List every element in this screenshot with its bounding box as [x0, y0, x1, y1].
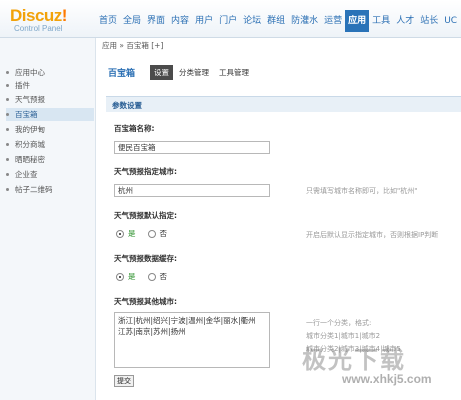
- nav-talent[interactable]: 人才: [393, 10, 417, 32]
- sidebar-item-qrcode[interactable]: 帖子二维码: [6, 183, 94, 196]
- sidebar-item-weather[interactable]: 天气预报: [6, 93, 94, 106]
- default-yes-radio[interactable]: [116, 229, 124, 238]
- bullet-icon: [6, 98, 9, 101]
- sidebar-item-plugins[interactable]: 插件: [6, 79, 94, 92]
- city-field[interactable]: [114, 184, 270, 197]
- tab-bar: 设置 分类管理 工具管理: [150, 65, 255, 80]
- logo-subtitle: Control Panel: [14, 24, 63, 33]
- default-label: 天气预报默认指定:: [114, 211, 177, 220]
- nav-home[interactable]: 首页: [96, 10, 120, 32]
- nav-antispam[interactable]: 防灌水: [288, 10, 321, 32]
- sidebar-item-treasure-box[interactable]: 百宝箱: [6, 108, 94, 121]
- watermark-url: www.xhkj5.com: [342, 372, 432, 386]
- cache-yes-radio[interactable]: [116, 272, 124, 281]
- other-cities-textarea[interactable]: 浙江|杭州|绍兴|宁波|温州|金华|丽水|衢州 江苏|南京|苏州|扬州: [114, 312, 270, 368]
- cache-no-radio[interactable]: [147, 272, 156, 281]
- tab-category-manage[interactable]: 分类管理: [175, 65, 213, 80]
- default-no-radio[interactable]: [147, 229, 156, 238]
- page-title: 百宝箱: [108, 69, 136, 79]
- nav-uc[interactable]: UC: [441, 10, 460, 32]
- name-field[interactable]: [114, 141, 270, 154]
- sidebar-item-secrets[interactable]: 晒晒秘密: [6, 153, 94, 166]
- nav-content[interactable]: 内容: [168, 10, 192, 32]
- sidebar-item-points-mall[interactable]: 积分商城: [6, 138, 94, 151]
- bullet-icon: [6, 84, 9, 87]
- nav-global[interactable]: 全局: [120, 10, 144, 32]
- sidebar-item-my-eden[interactable]: 我的伊甸: [6, 123, 94, 136]
- other-hint-format: 一行一个分类，格式:: [306, 319, 372, 327]
- nav-webmaster[interactable]: 站长: [417, 10, 441, 32]
- sidebar-item-app-center[interactable]: 应用中心: [6, 66, 94, 79]
- submit-button[interactable]: 提交: [114, 375, 134, 387]
- nav-apps[interactable]: 应用: [345, 10, 370, 32]
- section-title: 参数设置: [112, 101, 142, 110]
- bullet-icon: [6, 173, 9, 176]
- breadcrumb: 应用 » 百宝箱 [+]: [102, 41, 164, 50]
- bullet-icon: [6, 188, 9, 191]
- nav-tools[interactable]: 工具: [369, 10, 393, 32]
- cache-no-label: 否: [159, 272, 168, 281]
- other-cities-label: 天气预报其他城市:: [114, 297, 177, 306]
- logo: Discuz!: [10, 6, 67, 25]
- default-yes-label: 是: [128, 229, 136, 238]
- nav-groups[interactable]: 群组: [264, 10, 288, 32]
- nav-forum[interactable]: 论坛: [240, 10, 264, 32]
- cache-radio-group: 是 否: [116, 271, 167, 282]
- cache-yes-label: 是: [128, 272, 136, 281]
- nav-users[interactable]: 用户: [192, 10, 216, 32]
- bullet-icon: [6, 71, 9, 74]
- sidebar: 应用中心 插件 天气预报 百宝箱 我的伊甸 积分商城 晒晒秘密 企业查 帖子二维…: [0, 38, 96, 400]
- default-radio-group: 是 否: [116, 228, 167, 239]
- tab-tool-manage[interactable]: 工具管理: [215, 65, 253, 80]
- default-hint: 开启后默认显示指定城市，否则根据IP判断: [306, 231, 439, 239]
- section-header: 参数设置: [106, 96, 461, 112]
- sidebar-item-company-lookup[interactable]: 企业查: [6, 168, 94, 181]
- name-label: 百宝箱名称:: [114, 124, 155, 133]
- bullet-icon: [6, 128, 9, 131]
- nav-portal[interactable]: 门户: [216, 10, 240, 32]
- bullet-icon: [6, 113, 9, 116]
- city-label: 天气预报指定城市:: [114, 167, 177, 176]
- bullet-icon: [6, 143, 9, 146]
- top-header: Discuz! Control Panel 首页 全局 界面 内容 用户 门户 …: [0, 0, 461, 38]
- top-nav: 首页 全局 界面 内容 用户 门户 论坛 群组 防灌水 运营 应用 工具 人才 …: [96, 10, 460, 32]
- default-no-label: 否: [159, 229, 168, 238]
- bullet-icon: [6, 158, 9, 161]
- page: Discuz! Control Panel 首页 全局 界面 内容 用户 门户 …: [0, 0, 461, 400]
- cache-label: 天气预报数据缓存:: [114, 254, 177, 263]
- watermark-text: 极光下载: [302, 346, 406, 374]
- city-hint: 只需填写城市名称即可，比如"杭州": [306, 187, 418, 195]
- nav-interface[interactable]: 界面: [144, 10, 168, 32]
- nav-operations[interactable]: 运营: [321, 10, 345, 32]
- tab-settings[interactable]: 设置: [150, 65, 173, 80]
